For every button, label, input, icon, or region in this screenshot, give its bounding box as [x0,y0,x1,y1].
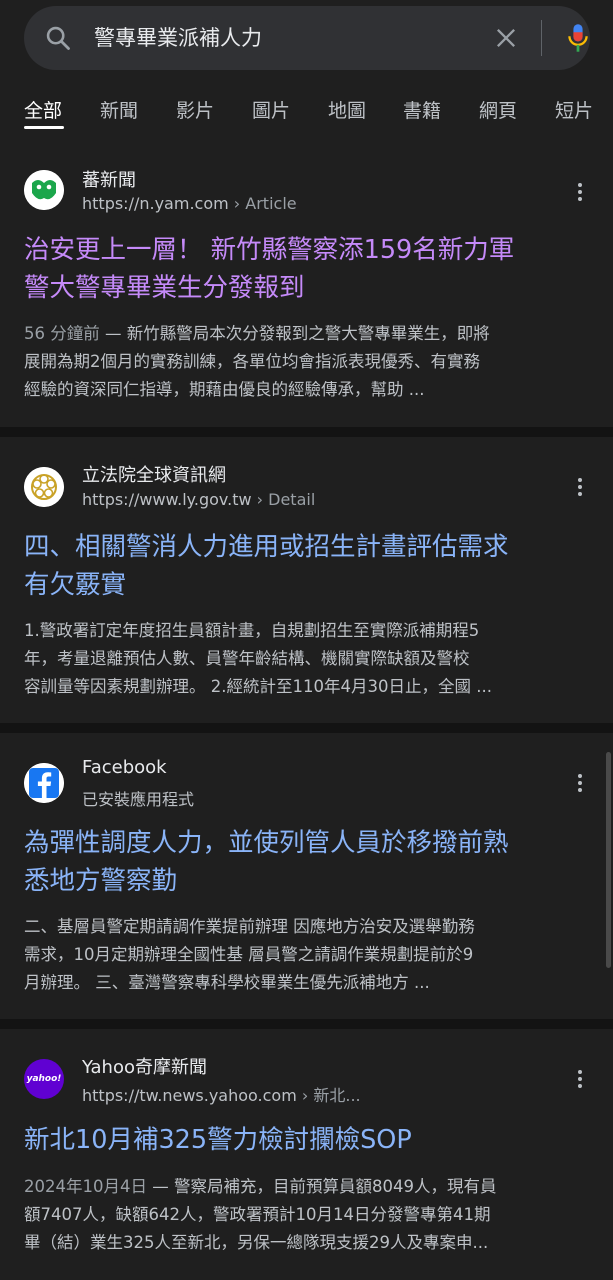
result-snippet: 2024年10月4日 — 警察局補充，目前預算員額8049人，現有員 額7407… [24,1177,497,1252]
result-snippet: 56 分鐘前 — 新竹縣警局本次分發報到之警大警專畢業生，即將 展開為期2個月的… [24,324,490,399]
more-vert-icon[interactable] [570,475,590,499]
result-snippet: 二、基層員警定期請調作業提前辦理 因應地方治安及選舉勤務 需求，10月定期辦理全… [24,917,475,992]
yam-logo-icon [24,170,64,210]
tab-maps[interactable]: 地圖 [328,96,366,123]
result-separator [0,1019,613,1029]
search-icon[interactable] [44,24,72,52]
result-snippet: 1.警政署訂定年度招生員額計畫，自規劃招生至實際派補期程5 年，考量退離預估人數… [24,621,492,696]
result-title-link[interactable]: 新北10月補325警力檢討攔檢SOP [24,1121,590,1159]
site-url[interactable]: https://www.ly.gov.tw › Detail [82,490,315,509]
result-title-link[interactable]: 為彈性調度人力，並使列管人員於移撥前熟 悉地方警察勤 [24,824,590,900]
search-result: yahoo! Yahoo奇摩新聞 https://tw.news.yahoo.c… [0,1029,613,1280]
tab-shorts[interactable]: 短片 [555,96,593,123]
tab-books[interactable]: 書籍 [403,96,441,123]
site-favicon [24,170,64,210]
search-result: 蕃新聞 https://n.yam.com › Article 治安更上一層！ … [0,150,613,427]
more-vert-icon[interactable] [570,180,590,204]
site-favicon: yahoo! [24,1059,64,1099]
microphone-icon[interactable] [564,22,592,54]
result-title-link[interactable]: 治安更上一層！ 新竹縣警察添159名新力軍 警大警專畢業生分發報到 [24,231,590,307]
ly-emblem-icon [24,467,64,507]
site-url[interactable]: 已安裝應用程式 [82,786,194,810]
tab-videos[interactable]: 影片 [176,96,214,123]
site-name: Yahoo奇摩新聞 [82,1057,207,1078]
facebook-icon [24,763,64,803]
search-bar[interactable]: 警專畢業派補人力 [24,6,590,70]
close-icon[interactable] [492,24,520,52]
active-tab-indicator [24,126,64,129]
tab-all[interactable]: 全部 [24,96,62,123]
result-title-link[interactable]: 四、相關警消人力進用或招生計畫評估需求 有欠覈實 [24,528,590,604]
site-url[interactable]: https://tw.news.yahoo.com › 新北... [82,1082,361,1106]
site-name: Facebook [82,757,167,778]
yahoo-logo-icon: yahoo! [26,1074,62,1084]
site-favicon [24,763,64,803]
search-divider [541,20,542,56]
site-name: 蕃新聞 [82,170,136,191]
tab-news[interactable]: 新聞 [100,96,138,123]
more-vert-icon[interactable] [570,1067,590,1091]
result-separator [0,723,613,733]
tab-web[interactable]: 網頁 [479,96,517,123]
tab-images[interactable]: 圖片 [252,96,290,123]
more-vert-icon[interactable] [570,771,590,795]
site-favicon [24,467,64,507]
site-name: 立法院全球資訊網 [82,465,226,486]
result-separator [0,427,613,437]
scrollbar[interactable] [606,752,611,968]
site-url[interactable]: https://n.yam.com › Article [82,194,297,213]
search-result: 立法院全球資訊網 https://www.ly.gov.tw › Detail … [0,437,613,723]
search-tabs: 全部 新聞 影片 圖片 地圖 書籍 網頁 短片 [0,96,613,132]
search-input[interactable]: 警專畢業派補人力 [94,22,262,52]
search-result: Facebook 已安裝應用程式 為彈性調度人力，並使列管人員於移撥前熟 悉地方… [0,733,613,1019]
